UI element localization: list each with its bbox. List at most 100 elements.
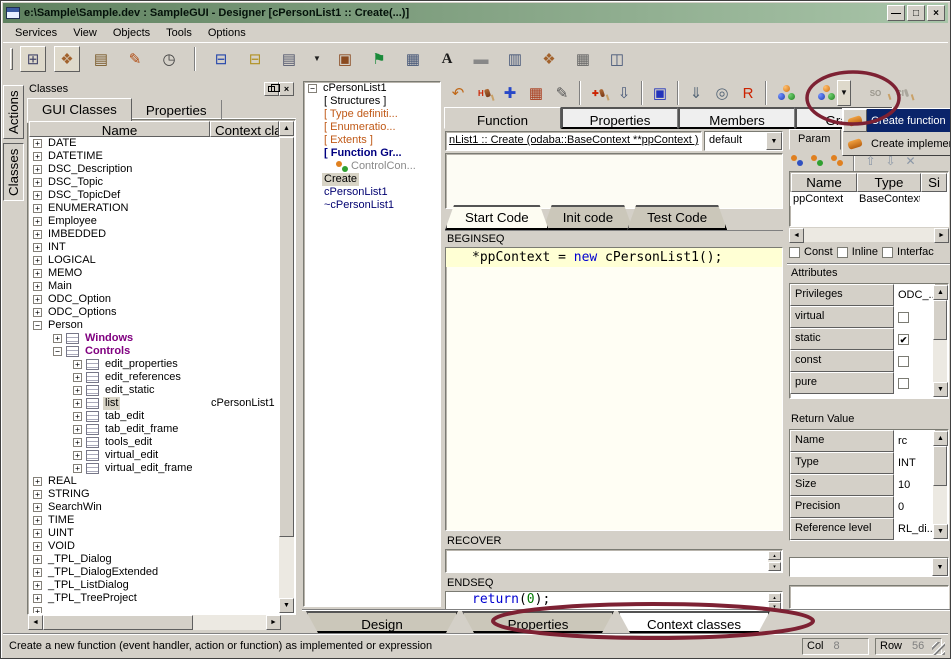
property-row[interactable]: Reference levelRL_di... bbox=[790, 518, 948, 540]
endseq-editor[interactable]: return(0); ▴ ▾ bbox=[445, 591, 783, 611]
checkbox-const[interactable] bbox=[789, 247, 800, 258]
column-header-name[interactable]: Name bbox=[29, 121, 210, 137]
param-col-name[interactable]: Name bbox=[791, 173, 857, 192]
expand-icon[interactable]: + bbox=[33, 477, 42, 486]
class-hierarchy-icon[interactable]: ⊞ bbox=[20, 46, 46, 72]
tree-item[interactable]: +MEMO bbox=[29, 267, 279, 280]
tree-item[interactable]: +VOID bbox=[29, 540, 279, 553]
expand-icon[interactable]: + bbox=[73, 373, 82, 382]
bottom-tab-context-classes[interactable]: Context classes bbox=[618, 611, 770, 633]
expand-icon[interactable]: + bbox=[33, 568, 42, 577]
start-code-editor[interactable]: *ppContext = new cPersonList1(); bbox=[445, 247, 783, 531]
collapse-icon[interactable]: − bbox=[308, 84, 317, 93]
hscroll-thumb[interactable] bbox=[43, 615, 193, 630]
rename-icon[interactable]: R bbox=[735, 80, 761, 106]
tree-item[interactable]: +DATETIME bbox=[29, 150, 279, 163]
float-panel-button[interactable] bbox=[264, 82, 279, 96]
empty-text-field[interactable] bbox=[789, 585, 949, 609]
close-button[interactable]: × bbox=[927, 5, 945, 21]
expand-icon[interactable]: + bbox=[33, 230, 42, 239]
member-tree-item[interactable]: [ Enumeratio... bbox=[304, 121, 440, 134]
scroll-right-icon[interactable]: ► bbox=[266, 615, 281, 630]
expand-icon[interactable]: + bbox=[33, 178, 42, 187]
checkbox-const[interactable] bbox=[898, 356, 909, 367]
scroll-up-icon[interactable]: ▲ bbox=[933, 431, 948, 446]
menu-view[interactable]: View bbox=[65, 25, 105, 41]
combo-dropdown-icon[interactable]: ▼ bbox=[932, 558, 948, 576]
label-icon[interactable]: ▬ bbox=[468, 46, 494, 72]
menu-objects[interactable]: Objects bbox=[105, 25, 158, 41]
expand-icon[interactable]: + bbox=[33, 152, 42, 161]
tree-item[interactable]: +ODC_Options bbox=[29, 306, 279, 319]
expand-icon[interactable]: + bbox=[73, 438, 82, 447]
scroll-down-icon[interactable]: ▼ bbox=[933, 524, 948, 539]
tab-gui-classes[interactable]: GUI Classes bbox=[27, 98, 132, 123]
tree-item[interactable]: +virtual_edit_frame bbox=[29, 462, 279, 475]
tree-item[interactable]: +edit_properties bbox=[29, 358, 279, 371]
tree-item[interactable]: +TIME bbox=[29, 514, 279, 527]
expand-icon[interactable]: + bbox=[33, 165, 42, 174]
tree-item[interactable]: +STRING bbox=[29, 488, 279, 501]
expand-icon[interactable]: + bbox=[33, 204, 42, 213]
scroll-right-icon[interactable]: ► bbox=[934, 228, 949, 243]
column-header-context-class[interactable]: Context class bbox=[210, 121, 279, 137]
expand-icon[interactable]: + bbox=[73, 451, 82, 460]
combo-dropdown-icon[interactable]: ▼ bbox=[766, 132, 782, 150]
expand-icon[interactable]: + bbox=[33, 594, 42, 603]
implementation-combo[interactable]: default ▼ bbox=[704, 131, 783, 151]
property-row[interactable]: const bbox=[790, 350, 948, 372]
resize-grip[interactable] bbox=[932, 642, 945, 655]
scroll-down-icon[interactable]: ▼ bbox=[279, 598, 294, 613]
tab-members[interactable]: Members bbox=[678, 107, 795, 129]
scroll-left-icon[interactable]: ◄ bbox=[28, 615, 43, 630]
member-tree-item[interactable]: [ Type definiti... bbox=[304, 108, 440, 121]
menu-services[interactable]: Services bbox=[7, 25, 65, 41]
menu-item-create-implementation[interactable]: Create implementation bbox=[843, 132, 951, 155]
expand-icon[interactable]: + bbox=[33, 191, 42, 200]
parameter-hscrollbar[interactable]: ◄ ► bbox=[789, 228, 949, 242]
expand-icon[interactable]: + bbox=[33, 308, 42, 317]
bottom-tab-design[interactable]: Design bbox=[306, 611, 458, 633]
expand-icon[interactable]: + bbox=[73, 386, 82, 395]
tree-item[interactable]: +tab_edit bbox=[29, 410, 279, 423]
generate-frame-icon[interactable]: ▦ bbox=[523, 80, 549, 106]
expand-icon[interactable]: + bbox=[33, 529, 42, 538]
vscroll-thumb[interactable] bbox=[279, 137, 294, 537]
add-parameter-icon[interactable] bbox=[789, 154, 806, 169]
tree-item[interactable]: +ENUMERATION bbox=[29, 202, 279, 215]
tree-item[interactable]: +_TPL_TreeProject bbox=[29, 592, 279, 605]
image-icon[interactable]: ▣ bbox=[332, 46, 358, 72]
edit-source-icon[interactable]: ✎ bbox=[549, 80, 575, 106]
tab-test-code[interactable]: Test Code bbox=[627, 205, 727, 230]
collapse-icon[interactable]: − bbox=[53, 347, 62, 356]
tab-properties-left[interactable]: Properties bbox=[132, 100, 222, 121]
function-signature[interactable]: nList1 :: Create (odaba::BaseContext **p… bbox=[445, 131, 702, 151]
tree-item[interactable]: +ODC_Option bbox=[29, 293, 279, 306]
expand-icon[interactable]: + bbox=[53, 334, 62, 343]
class-tree-vscrollbar[interactable]: ▲ ▼ bbox=[279, 121, 294, 613]
member-tree-item[interactable]: [ Function Gr... bbox=[304, 147, 440, 160]
minimize-button[interactable]: — bbox=[887, 5, 905, 21]
table-vscrollbar[interactable]: ▲▼ bbox=[933, 285, 947, 397]
font-icon[interactable]: A bbox=[434, 46, 460, 72]
property-row[interactable]: Precision0 bbox=[790, 496, 948, 518]
export-stack-icon[interactable]: ⇩ bbox=[611, 80, 637, 106]
recover-editor[interactable]: ▴ ▾ bbox=[445, 549, 783, 573]
scroll-down-icon[interactable]: ▾ bbox=[768, 562, 781, 571]
tab-properties[interactable]: Properties bbox=[561, 107, 678, 129]
tree-item[interactable]: +Windows bbox=[29, 332, 279, 345]
expand-icon[interactable]: + bbox=[33, 490, 42, 499]
form-window-icon[interactable]: ◫ bbox=[604, 46, 630, 72]
vscroll-thumb[interactable] bbox=[933, 300, 947, 340]
expand-icon[interactable]: + bbox=[33, 542, 42, 551]
member-tree-item[interactable]: cPersonList1 bbox=[304, 186, 440, 199]
create-function-icon[interactable] bbox=[811, 80, 837, 106]
expand-icon[interactable]: + bbox=[33, 269, 42, 278]
list-window-icon[interactable]: ▥ bbox=[502, 46, 528, 72]
tab-parameters[interactable]: Param bbox=[789, 129, 841, 150]
server-icon[interactable]: ▦ bbox=[570, 46, 596, 72]
property-row[interactable]: Size10 bbox=[790, 474, 948, 496]
endseq-scrollbar[interactable]: ▴ ▾ bbox=[768, 593, 781, 609]
expand-icon[interactable]: + bbox=[73, 464, 82, 473]
so-implementation-icon[interactable]: SO bbox=[863, 80, 889, 106]
